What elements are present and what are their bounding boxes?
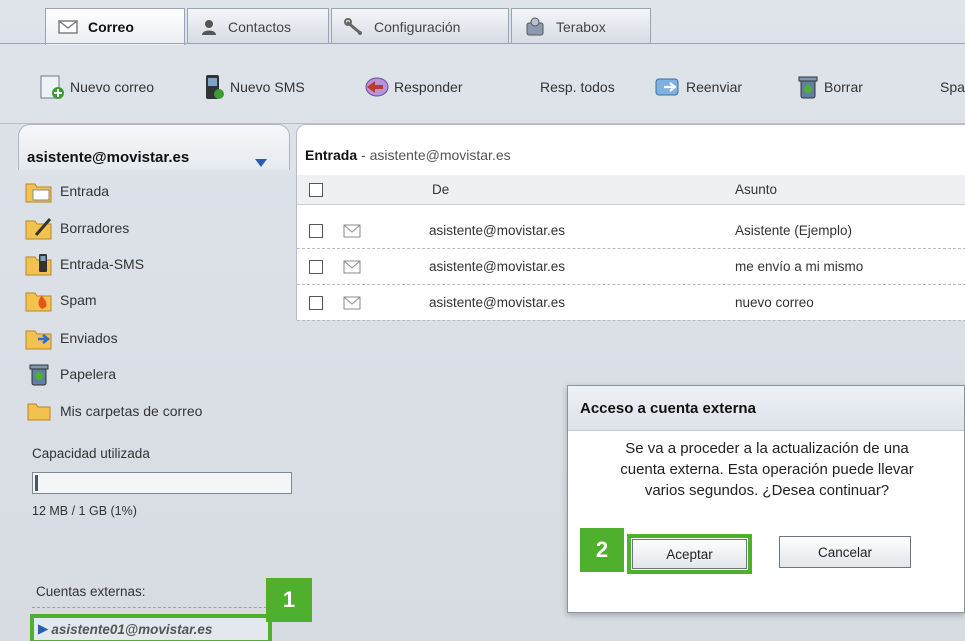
sidebar-item-mis-carpetas[interactable]: Mis carpetas de correo xyxy=(24,396,202,426)
forward-icon xyxy=(654,75,682,99)
envelope-icon xyxy=(343,285,361,320)
envelope-icon xyxy=(58,19,78,35)
capacity-fill xyxy=(35,475,38,491)
spam-folder-icon xyxy=(24,287,54,313)
step-badge-1: 1 xyxy=(266,578,312,622)
phone-icon xyxy=(202,73,226,101)
row-from: asistente@movistar.es xyxy=(429,295,566,310)
folder-title: Entrada - asistente@movistar.es xyxy=(305,147,511,163)
inbox-folder-icon xyxy=(24,178,54,204)
tab-label: Correo xyxy=(88,19,134,35)
sidebar-item-papelera[interactable]: Papelera xyxy=(24,359,116,389)
toolbar: Nuevo correo Nuevo SMS Responder Resp. t… xyxy=(0,44,965,124)
row-from: asistente@movistar.es xyxy=(429,223,566,238)
forward-button[interactable]: Reenviar xyxy=(654,72,742,102)
envelope-icon xyxy=(343,249,361,284)
sms-folder-icon xyxy=(24,251,54,277)
row-checkbox[interactable] xyxy=(309,213,323,248)
main-tab-bar: Correo Contactos Configuración Terabox xyxy=(0,0,965,45)
cancel-button[interactable]: Cancelar xyxy=(779,536,911,568)
dialog-title: Acceso a cuenta externa xyxy=(568,386,964,431)
tab-contactos[interactable]: Contactos xyxy=(187,8,329,44)
capacity-text: 12 MB / 1 GB (1%) xyxy=(32,504,137,518)
external-account-item[interactable]: ▶ asistente01@movistar.es xyxy=(30,614,272,641)
dialog-message: Se va a proceder a la actualización de u… xyxy=(620,440,914,499)
accept-button[interactable]: Aceptar xyxy=(627,534,752,574)
row-subject: me envío a mi mismo xyxy=(735,259,864,274)
tab-label: Contactos xyxy=(228,18,292,35)
delete-button[interactable]: Borrar xyxy=(796,72,863,102)
column-header-from[interactable]: De xyxy=(432,175,449,204)
external-account-dialog: Acceso a cuenta externa Se va a proceder… xyxy=(567,385,965,613)
divider xyxy=(32,607,282,608)
sidebar-item-borradores[interactable]: Borradores xyxy=(24,213,129,243)
table-row[interactable]: asistente@movistar.es me envío a mi mism… xyxy=(297,249,965,285)
sidebar-item-spam[interactable]: Spam xyxy=(24,285,97,315)
message-list: Entrada - asistente@movistar.es De Asunt… xyxy=(296,124,965,321)
step-badge-2: 2 xyxy=(580,528,624,572)
row-checkbox[interactable] xyxy=(309,285,323,320)
spam-button[interactable]: Spa xyxy=(940,72,965,102)
sidebar: asistente@movistar.es Entrada Borradores… xyxy=(18,124,292,641)
sidebar-item-entrada[interactable]: Entrada xyxy=(24,176,109,206)
new-sms-button[interactable]: Nuevo SMS xyxy=(202,72,305,102)
triangle-right-icon: ▶ xyxy=(38,621,49,636)
row-from: asistente@movistar.es xyxy=(429,259,566,274)
select-all-checkbox[interactable] xyxy=(309,175,323,204)
capacity-label: Capacidad utilizada xyxy=(32,446,150,461)
tab-configuracion[interactable]: Configuración xyxy=(331,8,509,44)
sidebar-item-enviados[interactable]: Enviados xyxy=(24,323,118,353)
row-subject: Asistente (Ejemplo) xyxy=(735,223,853,238)
tab-correo[interactable]: Correo xyxy=(45,8,185,45)
sidebar-item-entrada-sms[interactable]: Entrada-SMS xyxy=(24,249,144,279)
tab-label: Terabox xyxy=(556,18,606,35)
tab-terabox[interactable]: Terabox xyxy=(511,8,651,44)
row-checkbox[interactable] xyxy=(309,249,323,284)
drafts-folder-icon xyxy=(24,215,54,241)
chevron-down-icon[interactable] xyxy=(254,155,268,171)
tab-label: Configuración xyxy=(374,18,461,35)
reply-button[interactable]: Responder xyxy=(362,72,463,102)
table-row[interactable]: asistente@movistar.es nuevo correo xyxy=(297,285,965,321)
row-subject: nuevo correo xyxy=(735,295,814,310)
list-header: De Asunto xyxy=(297,175,965,205)
table-row[interactable]: asistente@movistar.es Asistente (Ejemplo… xyxy=(297,213,965,249)
new-mail-button[interactable]: Nuevo correo xyxy=(38,72,154,102)
capacity-bar xyxy=(32,472,292,494)
reply-icon xyxy=(362,74,390,100)
wrench-icon xyxy=(344,17,364,36)
external-account-name: asistente01@movistar.es xyxy=(51,621,213,637)
folder-icon xyxy=(24,400,54,422)
column-header-subject[interactable]: Asunto xyxy=(735,175,777,204)
envelope-icon xyxy=(343,213,361,248)
reply-all-button[interactable]: Resp. todos xyxy=(540,72,615,102)
new-mail-icon xyxy=(38,73,66,101)
terabox-icon xyxy=(524,17,546,37)
account-name: asistente@movistar.es xyxy=(27,149,190,166)
trash-icon xyxy=(796,73,820,101)
contacts-icon xyxy=(200,18,218,36)
sent-folder-icon xyxy=(24,325,54,351)
trash-icon xyxy=(24,361,54,387)
account-header[interactable]: asistente@movistar.es xyxy=(18,124,290,170)
external-accounts-label: Cuentas externas: xyxy=(36,584,146,599)
